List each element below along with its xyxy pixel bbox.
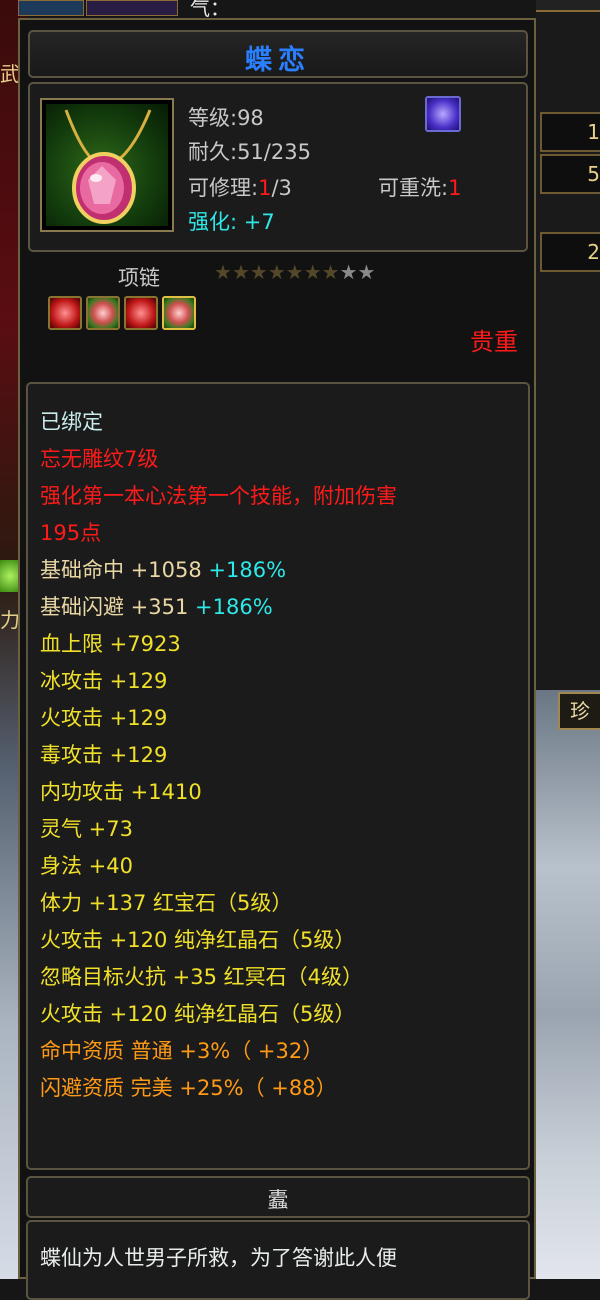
gem-line-3: 忽略目标火抗 +35 红冥石（4级）	[40, 965, 364, 989]
title-bar: 蝶恋	[28, 30, 528, 78]
item-type-row: 项链 ★★★★★★★★★ 贵重	[28, 256, 528, 366]
description-title-bar: 蠹	[26, 1176, 530, 1218]
spirit-line: 灵气 +73	[40, 817, 133, 841]
rarity-label: 贵重	[470, 328, 518, 356]
top-bar-right	[536, 0, 600, 12]
repairable-label: 可修理:	[188, 176, 259, 200]
item-icon-frame[interactable]	[40, 98, 174, 232]
hit-line: 基础命中 +1058 +186%	[40, 554, 286, 584]
top-tab-1[interactable]	[18, 0, 84, 16]
side-label-left-2: 力	[0, 608, 20, 632]
gem-line-2: 火攻击 +120 纯净红晶石（5级）	[40, 928, 356, 952]
level-stat: 等级:98	[188, 106, 264, 130]
inner-line: 内功攻击 +1410	[40, 780, 202, 804]
dodge-label: 基础闪避 +351	[40, 595, 196, 619]
game-scene-right	[536, 690, 600, 1279]
rewash-value: 1	[448, 176, 462, 200]
side-value-1: 1	[587, 120, 600, 144]
rewash-stat: 可重洗:1	[378, 172, 461, 202]
skill-line-2: 195点	[40, 521, 102, 545]
hit-pct: +186%	[208, 558, 287, 582]
star-icon: ★	[285, 260, 304, 284]
side-value-box-2: 5	[540, 154, 600, 194]
item-tooltip: 蝶恋 等级:98 耐久:51/235 可修理:1/3 可重洗:1 强化: +7 …	[18, 18, 536, 1300]
watermelon-gem-socket-icon[interactable]	[162, 296, 196, 330]
item-info-panel: 等级:98 耐久:51/235 可修理:1/3 可重洗:1 强化: +7	[28, 82, 528, 252]
rare-tab[interactable]: 珍	[558, 692, 600, 730]
star-icon: ★	[303, 260, 322, 284]
agility-line: 身法 +40	[40, 854, 133, 878]
skill-line-1: 强化第一本心法第一个技能，附加伤害	[40, 484, 397, 508]
enhance-label: 强化:	[188, 210, 244, 234]
aptitude-line-2: 闪避资质 完美 +25%（ +88）	[40, 1076, 337, 1100]
dodge-pct: +186%	[195, 595, 273, 619]
side-label-left-1: 武	[0, 62, 20, 86]
star-icon: ★	[214, 260, 232, 284]
socket-slots	[48, 296, 200, 330]
red-gem-socket-icon[interactable]	[48, 296, 82, 330]
star-rating: ★★★★★★★★★	[214, 260, 375, 284]
dodge-line: 基础闪避 +351 +186%	[40, 591, 273, 621]
gem-line-1: 体力 +137 红宝石（5级）	[40, 891, 293, 915]
star-icon: ★	[249, 260, 268, 284]
side-value-3: 2	[587, 240, 600, 264]
hp-line: 血上限 +7923	[40, 632, 181, 656]
star-icon: ★	[231, 260, 250, 284]
side-gem-icon	[0, 560, 20, 592]
gem-line-4: 火攻击 +120 纯净红晶石（5级）	[40, 1002, 356, 1026]
repairable-stat: 可修理:1/3	[188, 172, 292, 202]
item-name: 蝶恋	[245, 45, 311, 76]
description-panel: 蝶仙为人世男子所救，为了答谢此人便	[26, 1220, 530, 1300]
description-text: 蝶仙为人世男子所救，为了答谢此人便	[40, 1246, 397, 1270]
hit-label: 基础命中 +1058	[40, 558, 209, 582]
star-icon: ★	[339, 260, 358, 284]
repairable-total: /3	[271, 176, 292, 200]
red-gem-socket-icon[interactable]	[124, 296, 158, 330]
enhance-value: +7	[243, 210, 275, 234]
necklace-icon	[46, 104, 168, 226]
side-value-box-1: 1	[540, 112, 600, 152]
durability-stat: 耐久:51/235	[188, 140, 311, 164]
poison-line: 毒攻击 +129	[40, 743, 168, 767]
watermelon-gem-socket-icon[interactable]	[86, 296, 120, 330]
star-icon: ★	[267, 260, 286, 284]
side-value-box-3: 2	[540, 232, 600, 272]
description-title: 蠹	[267, 1188, 289, 1212]
star-icon: ★	[321, 260, 340, 284]
aptitude-line-1: 命中资质 普通 +3%（ +32）	[40, 1039, 324, 1063]
star-icon: ★	[357, 260, 376, 284]
side-value-2: 5	[587, 162, 600, 186]
bound-status: 已绑定	[40, 410, 103, 434]
item-type: 项链	[118, 266, 160, 290]
enhance-stat: 强化: +7	[188, 206, 275, 236]
rewash-label: 可重洗:	[378, 176, 449, 200]
ice-line: 冰攻击 +129	[40, 669, 168, 693]
attributes-panel: 已绑定 忘无雕纹7级 强化第一本心法第一个技能，附加伤害 195点 基础命中 +…	[26, 382, 530, 1170]
fire-line: 火攻击 +129	[40, 706, 168, 730]
engrave-line: 忘无雕纹7级	[40, 447, 159, 471]
soul-gem-icon[interactable]	[425, 96, 461, 132]
top-tab-2[interactable]	[86, 0, 178, 16]
repairable-current: 1	[258, 176, 272, 200]
